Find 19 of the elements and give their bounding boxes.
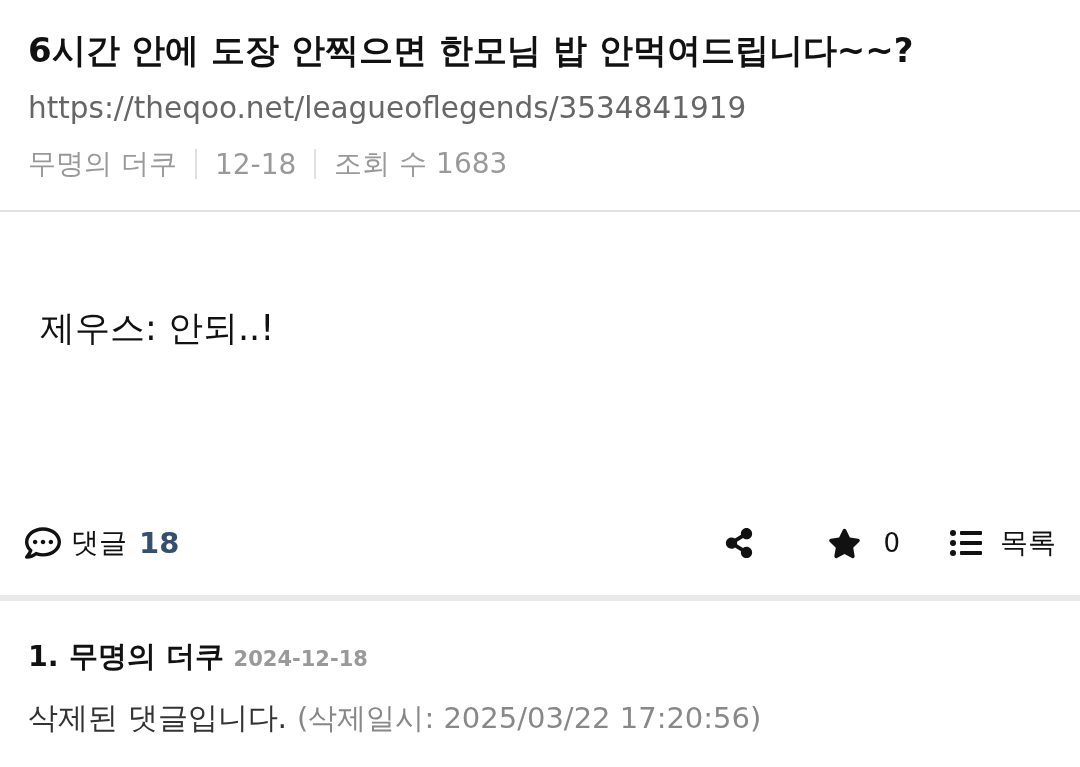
share-button[interactable]	[724, 528, 755, 558]
post-meta-text: 조회 수 1683	[334, 146, 508, 182]
post-url-link[interactable]: https://theqoo.net/leagueoflegends/3534841919	[28, 80, 747, 136]
post-meta-text: 무명의 더쿠	[28, 146, 177, 182]
star-icon	[828, 526, 862, 560]
comment-count: 18	[139, 526, 180, 560]
comment-author: 1. 무명의 더쿠	[28, 639, 224, 675]
share-icon	[724, 528, 755, 558]
post-meta-text: 12-18	[214, 147, 297, 181]
list-button[interactable]: 목록	[950, 524, 1056, 562]
comments-button[interactable]: 댓글	[25, 524, 127, 562]
speech-bubble-icon	[25, 525, 61, 561]
comment-date: 2024-12-18	[233, 646, 368, 673]
list-icon	[950, 527, 982, 559]
comment-text: 삭제된 댓글입니다.	[28, 699, 288, 737]
post-body-text: 제우스: 안되..!	[40, 308, 275, 348]
star-button[interactable]: 0	[828, 526, 900, 560]
post-title: 6시간 안에 도장 안찍으면 한모님 밥 안먹여드립니다~~?	[28, 29, 914, 72]
comment-deleted-time: (삭제일시: 2025/03/22 17:20:56)	[297, 700, 762, 737]
